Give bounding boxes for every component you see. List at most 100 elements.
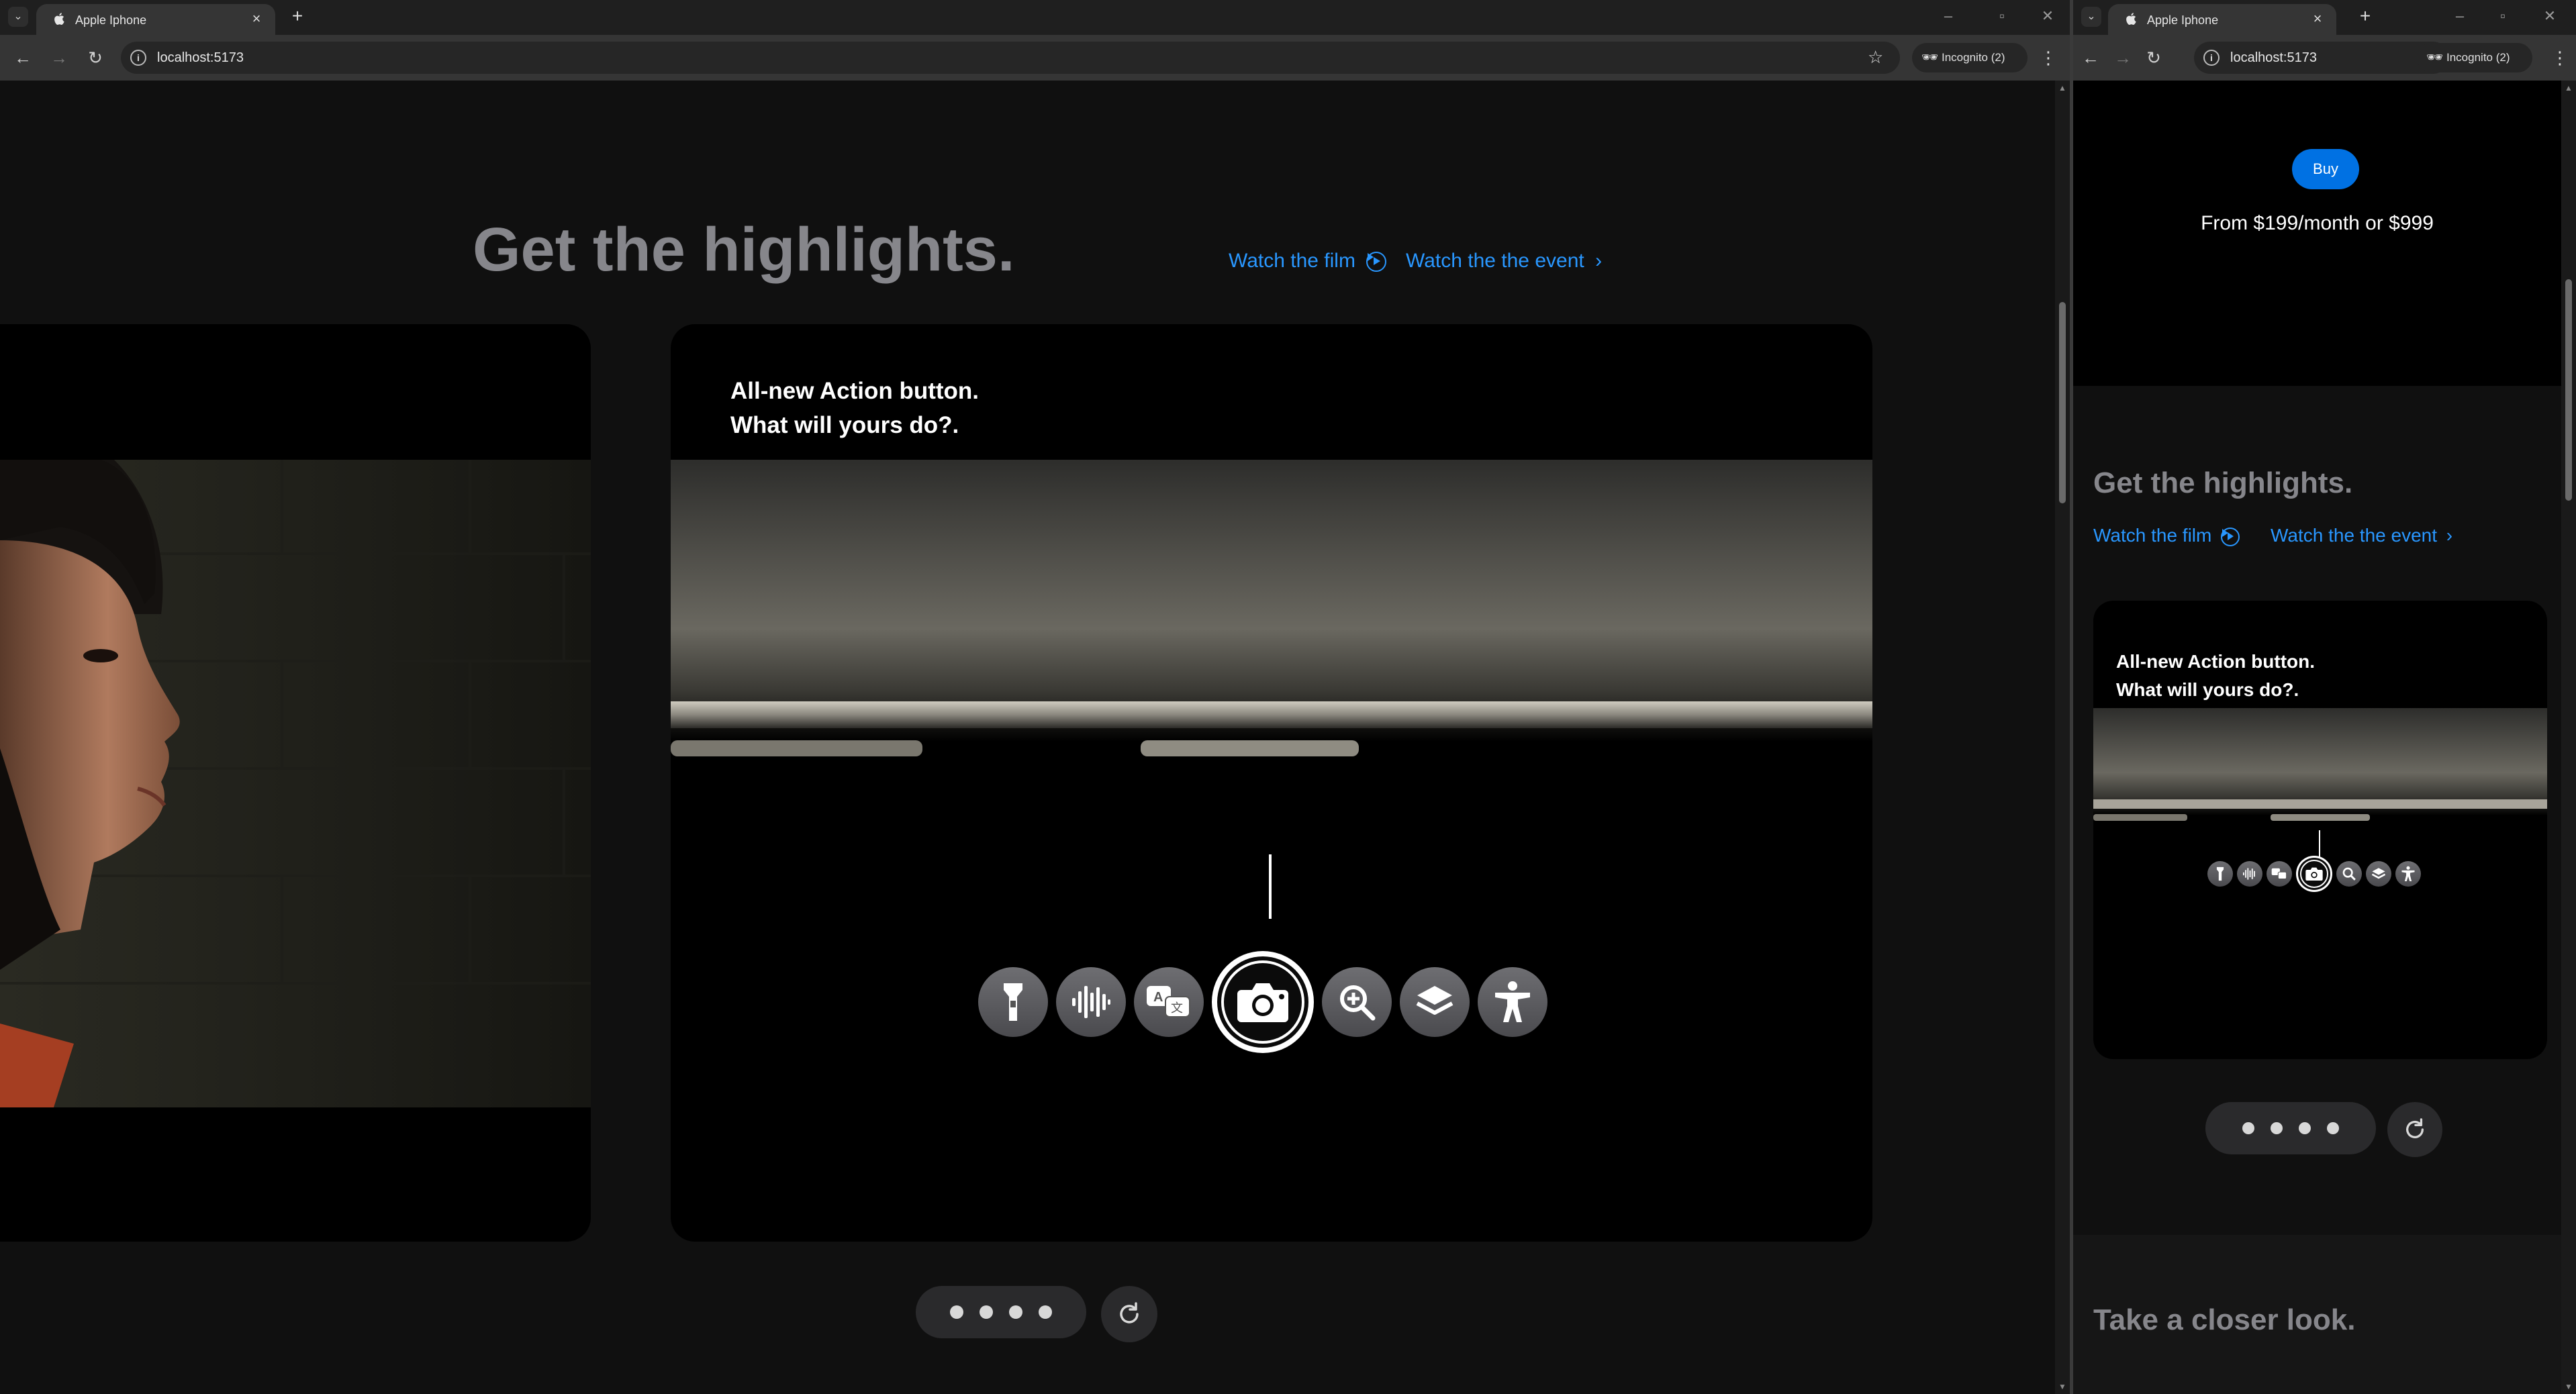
incognito-label: Incognito (2)	[1942, 51, 2005, 64]
maximize-icon[interactable]: ▫	[1989, 4, 2015, 28]
voice-memo-icon[interactable]	[2237, 861, 2262, 887]
play-circle-icon	[1366, 252, 1387, 272]
page-viewport: Buy From $199/month or $999 Get the high…	[2073, 81, 2561, 1394]
carousel-slide-previous[interactable]	[0, 324, 591, 1242]
browser-menu-icon[interactable]: ⋮	[2550, 46, 2570, 70]
carousel-dot[interactable]	[950, 1305, 963, 1319]
url-text: localhost:5173	[157, 50, 244, 65]
watch-film-link[interactable]: Watch the film	[2093, 525, 2240, 546]
maximize-icon[interactable]: ▫	[2489, 4, 2516, 28]
bookmark-star-icon[interactable]: ☆	[1868, 47, 1883, 68]
slide-caption-line1: All-new Action button.	[730, 378, 980, 404]
action-button-indicator-line	[1269, 854, 1272, 919]
tab-strip: ⌄ Apple Iphone × + – ▫ ✕	[0, 0, 2070, 35]
back-icon[interactable]: ←	[11, 46, 35, 70]
magnifier-icon[interactable]	[2336, 861, 2362, 887]
translate-icon[interactable]: A文	[1134, 967, 1204, 1037]
forward-icon[interactable]: →	[2111, 46, 2135, 70]
play-circle-icon	[2221, 527, 2240, 546]
flashlight-icon[interactable]	[978, 967, 1048, 1037]
scroll-down-icon[interactable]: ▼	[2563, 1382, 2574, 1391]
page-viewport: Get the highlights. Watch the film Watch…	[0, 81, 2070, 1394]
scrollbar-thumb[interactable]	[2565, 279, 2572, 501]
magnifier-icon[interactable]	[1322, 967, 1392, 1037]
flashlight-icon[interactable]	[2207, 861, 2233, 887]
browser-window-left: ⌄ Apple Iphone × + – ▫ ✕ ← → ↻ i localho…	[0, 0, 2070, 1394]
new-tab-icon[interactable]: +	[287, 7, 307, 27]
slide-caption-line2: What will yours do?.	[730, 411, 959, 438]
accessibility-icon[interactable]	[2395, 861, 2421, 887]
replay-button[interactable]	[2387, 1102, 2442, 1157]
buy-button[interactable]: Buy	[2292, 149, 2359, 189]
action-icons-row: A文	[978, 951, 1547, 1053]
carousel-dot[interactable]	[980, 1305, 993, 1319]
closer-look-title: Take a closer look.	[2093, 1303, 2356, 1336]
portrait-image	[0, 460, 591, 1107]
tab-close-icon[interactable]: ×	[2309, 11, 2326, 27]
page-scrollbar[interactable]: ▲ ▼	[2561, 81, 2576, 1394]
chevron-right-icon: ›	[2446, 525, 2453, 546]
watch-film-link[interactable]: Watch the film	[1229, 250, 1387, 272]
watch-film-label: Watch the film	[1229, 250, 1355, 272]
forward-icon[interactable]: →	[47, 46, 71, 70]
tab-title: Apple Iphone	[75, 13, 147, 27]
tab-search-button[interactable]: ⌄	[8, 7, 28, 27]
apple-logo-icon	[2126, 13, 2136, 25]
back-icon[interactable]: ←	[2079, 46, 2103, 70]
incognito-indicator[interactable]: 🕶 Incognito (2)	[1912, 43, 2028, 72]
address-bar[interactable]: i localhost:5173 ☆	[121, 42, 1900, 74]
incognito-indicator[interactable]: 🕶 Incognito (2)	[2417, 43, 2532, 72]
action-icons-row	[2207, 856, 2421, 892]
carousel-dot[interactable]	[2242, 1122, 2254, 1134]
close-window-icon[interactable]: ✕	[2536, 4, 2563, 28]
incognito-icon: 🕶	[1921, 50, 1939, 65]
hero-section: Buy From $199/month or $999	[2073, 81, 2561, 386]
incognito-label: Incognito (2)	[2446, 51, 2510, 64]
carousel-dot[interactable]	[1009, 1305, 1022, 1319]
scroll-up-icon[interactable]: ▲	[2057, 83, 2068, 93]
replay-button[interactable]	[1101, 1286, 1157, 1342]
watch-event-link[interactable]: Watch the the event ›	[2271, 525, 2452, 546]
tab-close-icon[interactable]: ×	[248, 11, 265, 27]
page-scrollbar[interactable]: ▲ ▼	[2055, 81, 2070, 1394]
close-window-icon[interactable]: ✕	[2034, 4, 2061, 28]
carousel-dot[interactable]	[2271, 1122, 2283, 1134]
tab-search-button[interactable]: ⌄	[2081, 7, 2101, 27]
watch-event-label: Watch the the event	[1406, 250, 1584, 272]
scrollbar-thumb[interactable]	[2059, 302, 2066, 503]
minimize-icon[interactable]: –	[2446, 4, 2473, 28]
camera-icon[interactable]	[2296, 856, 2332, 892]
watch-event-link[interactable]: Watch the the event ›	[1406, 250, 1602, 272]
iphone-side-image	[671, 460, 1872, 768]
scroll-down-icon[interactable]: ▼	[2057, 1382, 2068, 1391]
reload-icon[interactable]: ↻	[83, 46, 107, 70]
browser-toolbar: ← → ↻ i localhost:5173 ☆ 🕶 Incognito (2)…	[2073, 35, 2576, 81]
highlights-title: Get the highlights.	[2093, 466, 2353, 499]
minimize-icon[interactable]: –	[1935, 4, 1962, 28]
translate-icon[interactable]	[2267, 861, 2292, 887]
price-text: From $199/month or $999	[2201, 212, 2434, 234]
site-info-icon[interactable]: i	[2203, 50, 2220, 66]
slide-caption-line1: All-new Action button.	[2116, 651, 2316, 672]
voice-memo-icon[interactable]	[1056, 967, 1126, 1037]
iphone-side-image	[2093, 708, 2547, 829]
accessibility-icon[interactable]	[1478, 967, 1547, 1037]
reload-icon[interactable]: ↻	[2142, 46, 2166, 70]
slide-caption: All-new Action button. What will yours d…	[730, 375, 979, 443]
browser-tab[interactable]: Apple Iphone ×	[36, 4, 275, 35]
site-info-icon[interactable]: i	[130, 50, 146, 66]
browser-window-right: ⌄ Apple Iphone × + – ▫ ✕ ← → ↻ i localho…	[2073, 0, 2576, 1394]
focus-layers-icon[interactable]	[1400, 967, 1470, 1037]
scroll-up-icon[interactable]: ▲	[2563, 83, 2574, 93]
carousel-dot[interactable]	[2327, 1122, 2339, 1134]
highlights-title: Get the highlights.	[473, 215, 1015, 284]
address-bar[interactable]: i localhost:5173 ☆	[2194, 42, 2449, 74]
carousel-dot[interactable]	[1039, 1305, 1052, 1319]
new-tab-icon[interactable]: +	[2355, 7, 2375, 27]
carousel-dot[interactable]	[2299, 1122, 2311, 1134]
camera-icon[interactable]	[1212, 951, 1314, 1053]
browser-tab[interactable]: Apple Iphone ×	[2108, 4, 2336, 35]
browser-menu-icon[interactable]: ⋮	[2038, 46, 2058, 70]
focus-layers-icon[interactable]	[2366, 861, 2391, 887]
slide-caption: All-new Action button. What will yours d…	[2116, 648, 2315, 704]
